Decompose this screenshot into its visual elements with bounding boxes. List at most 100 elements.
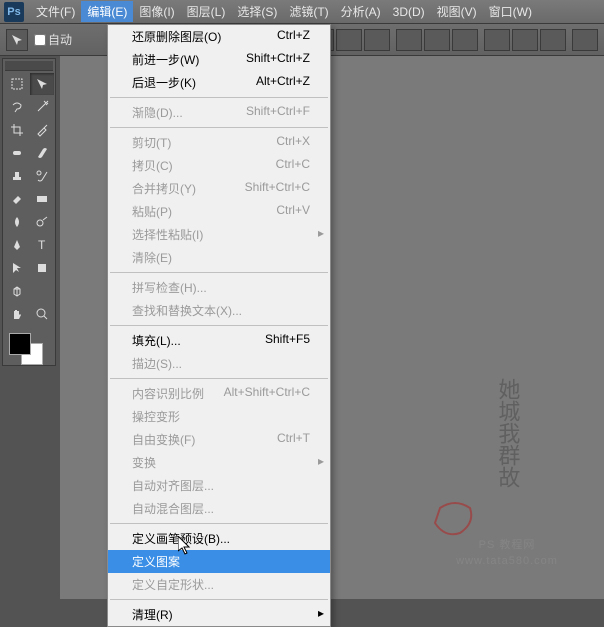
menu-3d[interactable]: 3D(D) [387, 3, 431, 21]
menu-item-label: 内容识别比例 [132, 385, 204, 402]
dist-btn[interactable] [512, 29, 538, 51]
align-btn[interactable] [364, 29, 390, 51]
watermark: 她城我群故 PS 教程网 www.tata580.com [430, 378, 584, 569]
eraser-tool[interactable] [5, 188, 29, 210]
menu-item-label: 选择性粘贴(I) [132, 226, 203, 243]
menu-item: 自动混合图层... [108, 497, 330, 520]
menu-item: 内容识别比例 Alt+Shift+Ctrl+C [108, 382, 330, 405]
menu-analysis[interactable]: 分析(A) [335, 1, 387, 22]
menu-item-shortcut: Shift+Ctrl+Z [246, 51, 310, 68]
lasso-tool[interactable] [5, 96, 29, 118]
distribute-group [484, 29, 566, 51]
align-btn[interactable] [452, 29, 478, 51]
menu-item[interactable]: 清理(R)▸ [108, 603, 330, 626]
menu-separator [110, 523, 328, 524]
align-btn[interactable] [336, 29, 362, 51]
menu-item-shortcut: Ctrl+V [276, 203, 310, 220]
dist-btn[interactable] [484, 29, 510, 51]
menu-item-label: 拷贝(C) [132, 157, 173, 174]
menu-item-label: 清除(E) [132, 249, 172, 266]
menu-separator [110, 378, 328, 379]
menu-item-shortcut: Ctrl+T [277, 431, 310, 448]
menu-item: 合并拷贝(Y)Shift+Ctrl+C [108, 177, 330, 200]
align-btn[interactable] [396, 29, 422, 51]
menu-item[interactable]: 还原删除图层(O)Ctrl+Z [108, 25, 330, 48]
svg-text:T: T [38, 238, 46, 252]
healing-tool[interactable] [5, 142, 29, 164]
dist-btn[interactable] [540, 29, 566, 51]
toolbox-handle[interactable] [5, 61, 53, 71]
menu-item-label: 后退一步(K) [132, 74, 196, 91]
distribute-group-2 [572, 29, 598, 51]
menu-file[interactable]: 文件(F) [30, 1, 81, 22]
path-select-tool[interactable] [5, 257, 29, 279]
auto-select-input[interactable] [34, 34, 46, 46]
blur-tool[interactable] [5, 211, 29, 233]
gradient-tool[interactable] [30, 188, 54, 210]
move-tool[interactable] [30, 73, 54, 95]
menu-item: 自由变换(F)Ctrl+T [108, 428, 330, 451]
pen-tool[interactable] [5, 234, 29, 256]
ps-logo: Ps [4, 2, 24, 22]
align-group-2 [396, 29, 478, 51]
brush-tool[interactable] [30, 142, 54, 164]
menu-image[interactable]: 图像(I) [133, 1, 180, 22]
menu-item: 自动对齐图层... [108, 474, 330, 497]
crop-tool[interactable] [5, 119, 29, 141]
menu-item: 拷贝(C) Ctrl+C [108, 154, 330, 177]
menu-edit[interactable]: 编辑(E) [81, 1, 133, 22]
menu-item: 渐隐(D)...Shift+Ctrl+F [108, 101, 330, 124]
marquee-tool[interactable] [5, 73, 29, 95]
menu-item-shortcut: Ctrl+X [276, 134, 310, 151]
menu-item-label: 还原删除图层(O) [132, 28, 221, 45]
foreground-color[interactable] [9, 333, 31, 355]
menu-window[interactable]: 窗口(W) [483, 1, 538, 22]
menu-item[interactable]: 填充(L)... Shift+F5 [108, 329, 330, 352]
3d-tool[interactable] [5, 280, 29, 302]
auto-select-checkbox[interactable]: 自动 [34, 31, 72, 48]
menu-item-label: 定义图案 [132, 553, 180, 570]
dodge-tool[interactable] [30, 211, 54, 233]
type-tool[interactable]: T [30, 234, 54, 256]
menu-item-shortcut: Ctrl+C [276, 157, 310, 174]
menu-filter[interactable]: 滤镜(T) [283, 1, 334, 22]
menu-item: 变换▸ [108, 451, 330, 474]
menu-item-label: 剪切(T) [132, 134, 171, 151]
menu-view[interactable]: 视图(V) [431, 1, 483, 22]
shape-tool[interactable] [30, 257, 54, 279]
menu-separator [110, 599, 328, 600]
menu-item[interactable]: 定义画笔预设(B)... [108, 527, 330, 550]
tool-preset-picker[interactable] [6, 29, 28, 51]
color-swatches [5, 331, 53, 363]
menu-item: 剪切(T) Ctrl+X [108, 131, 330, 154]
align-btn[interactable] [424, 29, 450, 51]
menu-item-label: 定义自定形状... [132, 576, 214, 593]
menu-item-label: 描边(S)... [132, 355, 182, 372]
history-brush-tool[interactable] [30, 165, 54, 187]
submenu-arrow-icon: ▸ [318, 606, 324, 620]
menu-item[interactable]: 定义图案 [108, 550, 330, 573]
zoom-tool[interactable] [30, 303, 54, 325]
menu-item[interactable]: 前进一步(W)Shift+Ctrl+Z [108, 48, 330, 71]
watermark-seal-icon [430, 498, 480, 538]
submenu-arrow-icon: ▸ [318, 226, 324, 240]
toolbox: T [2, 58, 56, 366]
menu-select[interactable]: 选择(S) [231, 1, 283, 22]
stamp-tool[interactable] [5, 165, 29, 187]
menu-item-label: 自动对齐图层... [132, 477, 214, 494]
menu-item-shortcut: Alt+Ctrl+Z [256, 74, 310, 91]
menu-layer[interactable]: 图层(L) [181, 1, 232, 22]
hand-tool[interactable] [5, 303, 29, 325]
wand-tool[interactable] [30, 96, 54, 118]
menu-item: 选择性粘贴(I) ▸ [108, 223, 330, 246]
menu-item-shortcut: Alt+Shift+Ctrl+C [224, 385, 310, 402]
watermark-sub2: www.tata580.com [430, 554, 584, 569]
menu-item-shortcut: Shift+F5 [265, 332, 310, 349]
menu-item[interactable]: 后退一步(K) Alt+Ctrl+Z [108, 71, 330, 94]
eyedropper-tool[interactable] [30, 119, 54, 141]
auto-select-label: 自动 [48, 31, 72, 48]
menu-item: 粘贴(P)Ctrl+V [108, 200, 330, 223]
menu-item-label: 填充(L)... [132, 332, 181, 349]
dist-btn[interactable] [572, 29, 598, 51]
menu-item-label: 查找和替换文本(X)... [132, 302, 242, 319]
